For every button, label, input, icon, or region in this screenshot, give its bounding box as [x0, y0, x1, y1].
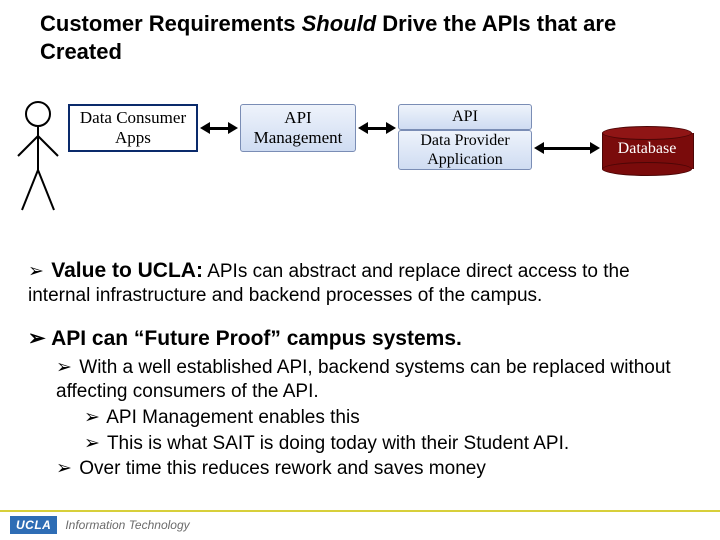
chevron-icon: ➢ — [28, 260, 46, 284]
sub-bullet: ➢ With a well established API, backend s… — [56, 356, 692, 404]
box-data-consumer-apps: Data Consumer Apps — [68, 104, 198, 152]
chevron-icon: ➢ — [84, 406, 102, 430]
database-label: Database — [602, 140, 692, 158]
slide: Customer Requirements Should Drive the A… — [0, 0, 720, 540]
chevron-icon: ➢ — [84, 432, 102, 456]
title-pre: Customer Requirements — [40, 11, 302, 36]
box-api: API — [398, 104, 532, 130]
footer-divider — [0, 510, 720, 512]
chevron-icon: ➢ — [28, 326, 46, 352]
bullet-text: API Management enables this — [106, 407, 360, 428]
architecture-diagram: Data Consumer Apps API Management API Da… — [0, 100, 720, 240]
box-label: Data Provider Application — [420, 131, 509, 169]
bullet-text: API can “Future Proof” campus systems. — [51, 327, 462, 350]
slide-title: Customer Requirements Should Drive the A… — [40, 10, 670, 65]
box-data-provider-application: Data Provider Application — [398, 130, 532, 170]
box-label: API — [452, 107, 478, 126]
title-should: Should — [302, 11, 377, 36]
sub-bullet: ➢ Over time this reduces rework and save… — [56, 457, 692, 481]
body-text: ➢ Value to UCLA: APIs can abstract and r… — [28, 258, 692, 483]
bullet-text: This is what SAIT is doing today with th… — [107, 433, 569, 454]
bullet-value-to-ucla: ➢ Value to UCLA: APIs can abstract and r… — [28, 258, 692, 308]
box-api-management: API Management — [240, 104, 356, 152]
box-label: API Management — [254, 108, 343, 149]
box-data-provider-group: API Data Provider Application — [398, 100, 532, 166]
footer: UCLA Information Technology — [10, 514, 190, 536]
box-label: Data Consumer Apps — [80, 108, 186, 149]
sub-sub-bullet: ➢ API Management enables this — [84, 406, 692, 430]
bullet-text: With a well established API, backend sys… — [56, 357, 671, 402]
chevron-icon: ➢ — [56, 457, 74, 481]
sub-sub-bullet: ➢ This is what SAIT is doing today with … — [84, 432, 692, 456]
user-icon — [14, 100, 62, 220]
bullet-future-proof: ➢ API can “Future Proof” campus systems. — [28, 326, 692, 352]
footer-text: Information Technology — [65, 518, 189, 532]
bullet-text: Over time this reduces rework and saves … — [79, 458, 486, 479]
bullet-lead: Value to UCLA: — [51, 259, 203, 282]
ucla-logo: UCLA — [10, 516, 57, 534]
database-cylinder-icon: Database — [602, 126, 692, 176]
chevron-icon: ➢ — [56, 356, 74, 380]
